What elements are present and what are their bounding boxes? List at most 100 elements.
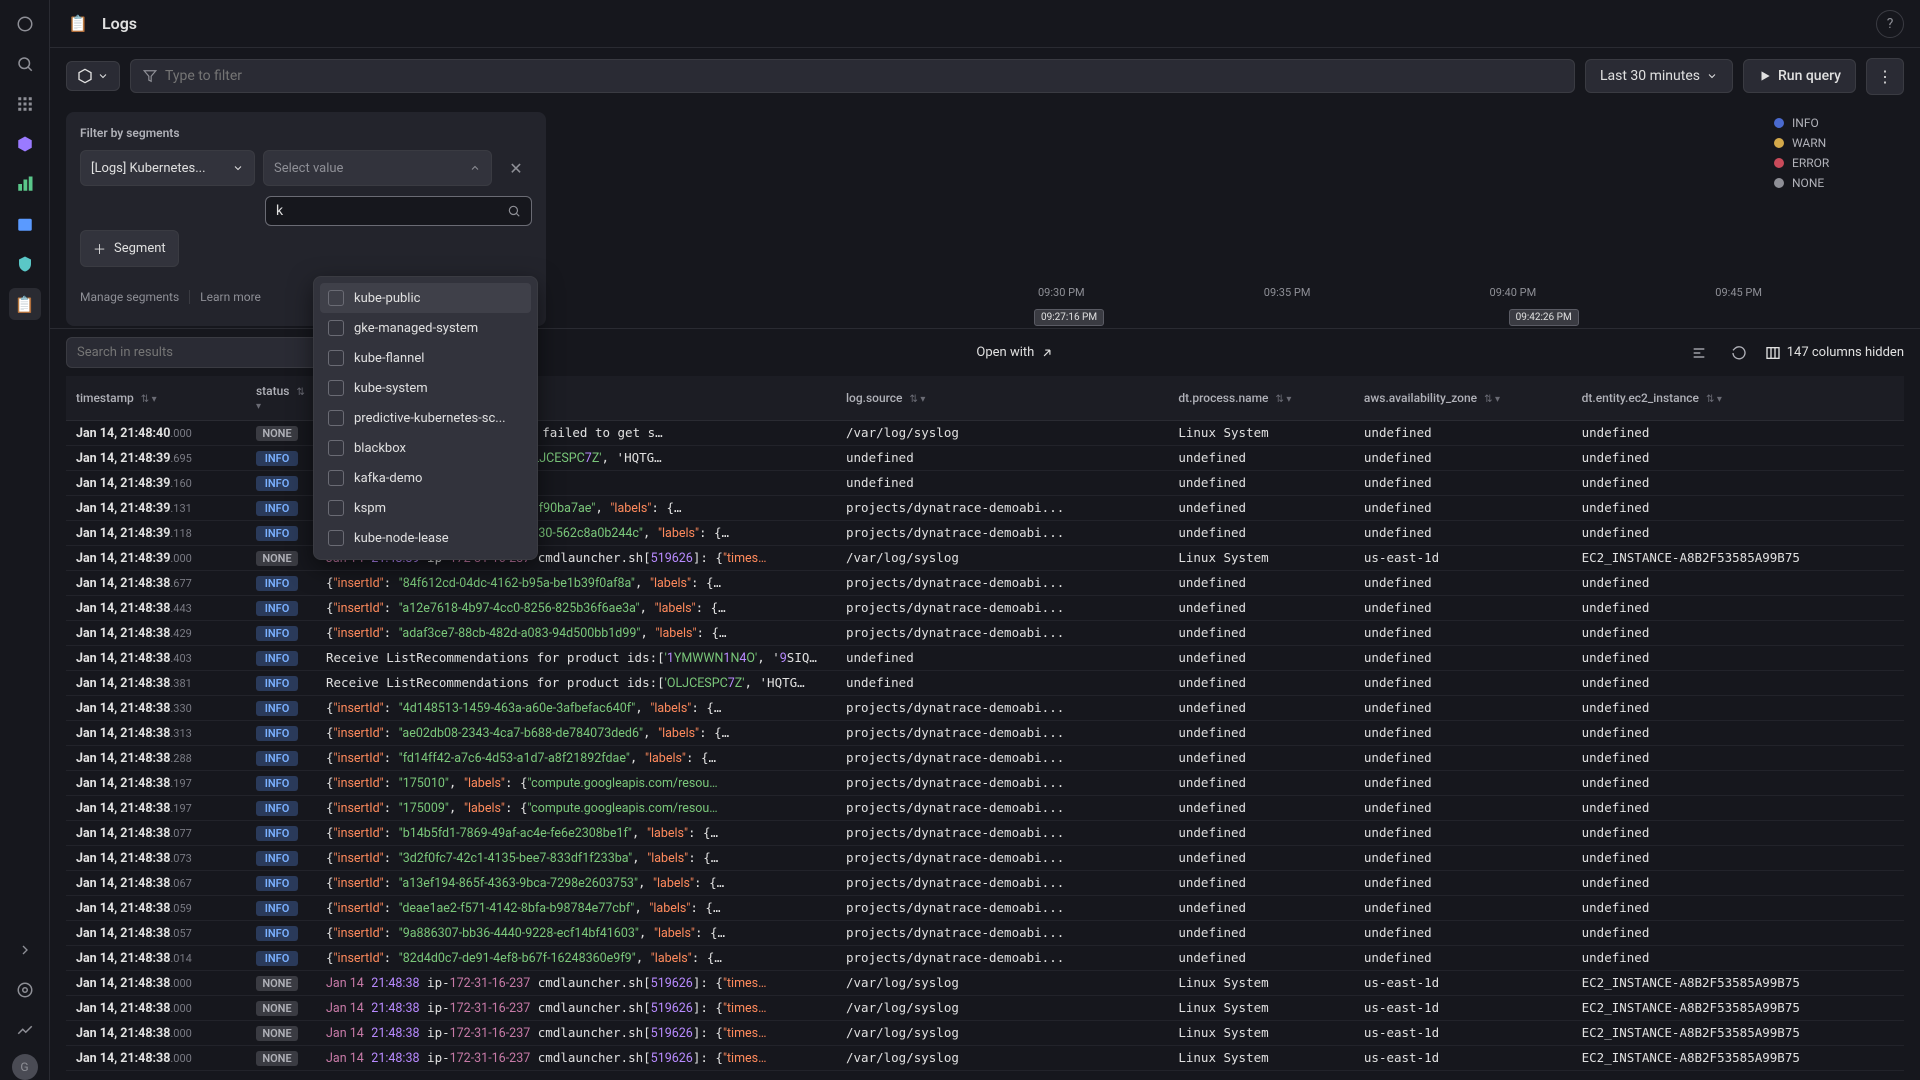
table-row[interactable]: Jan 14, 21:48:38.443INFO{"insertId": "a1… bbox=[66, 596, 1904, 621]
segment-search-wrap bbox=[265, 196, 532, 226]
chevron-down-icon bbox=[97, 70, 109, 82]
segment-option[interactable]: kafka-demo bbox=[320, 463, 531, 493]
add-segment-button[interactable]: ＋ Segment bbox=[80, 230, 179, 267]
time-axis-label: 09:45 PM bbox=[1715, 286, 1762, 299]
segment-option[interactable]: kube-node-lease bbox=[320, 523, 531, 553]
table-row[interactable]: Jan 14, 21:48:38.313INFO{"insertId": "ae… bbox=[66, 721, 1904, 746]
segment-option[interactable]: kube-system bbox=[320, 373, 531, 403]
time-range-button[interactable]: Last 30 minutes bbox=[1585, 59, 1733, 93]
page-title: Logs bbox=[102, 14, 137, 33]
chevron-down-icon bbox=[1706, 70, 1718, 82]
segments-title: Filter by segments bbox=[80, 126, 532, 140]
open-with-button[interactable]: Open with bbox=[976, 345, 1054, 360]
format-icon[interactable] bbox=[1685, 339, 1713, 367]
app-icon: 📋 bbox=[66, 12, 90, 36]
checkbox-icon bbox=[328, 440, 344, 456]
legend-dot bbox=[1774, 118, 1784, 128]
nav-shield-icon[interactable] bbox=[9, 248, 41, 280]
checkbox-icon bbox=[328, 530, 344, 546]
segment-option[interactable]: kspm bbox=[320, 493, 531, 523]
nav-calendar-icon[interactable] bbox=[9, 208, 41, 240]
time-axis-label: 09:40 PM bbox=[1490, 286, 1537, 299]
table-row[interactable]: Jan 14, 21:48:38.057INFO{"insertId": "9a… bbox=[66, 921, 1904, 946]
left-nav-rail: 📋 G bbox=[0, 0, 50, 1080]
nav-chart-icon[interactable] bbox=[9, 168, 41, 200]
legend-item[interactable]: NONE bbox=[1774, 176, 1904, 190]
nav-expand-icon[interactable] bbox=[9, 934, 41, 966]
more-menu-button[interactable]: ⋮ bbox=[1866, 58, 1904, 95]
plus-icon: ＋ bbox=[93, 239, 106, 258]
table-row[interactable]: Jan 14, 21:48:38.197INFO{"insertId": "17… bbox=[66, 796, 1904, 821]
query-bar: Last 30 minutes Run query ⋮ bbox=[50, 48, 1920, 104]
table-row[interactable]: Jan 14, 21:48:38.197INFO{"insertId": "17… bbox=[66, 771, 1904, 796]
segment-option[interactable]: kube-flannel bbox=[320, 343, 531, 373]
segment-remove-button[interactable]: ✕ bbox=[500, 150, 532, 186]
search-results-input[interactable] bbox=[66, 337, 346, 368]
learn-more-link[interactable]: Learn more bbox=[200, 290, 261, 304]
external-icon bbox=[1040, 346, 1054, 360]
filter-input[interactable] bbox=[165, 68, 1562, 84]
table-row[interactable]: Jan 14, 21:48:38.403INFOReceive ListReco… bbox=[66, 646, 1904, 671]
play-icon bbox=[1758, 69, 1772, 83]
time-cursor-end: 09:42:26 PM bbox=[1509, 309, 1579, 326]
table-row[interactable]: Jan 14, 21:48:38.000NONEJan 14 21:48:38 … bbox=[66, 996, 1904, 1021]
table-row[interactable]: Jan 14, 21:48:38.330INFO{"insertId": "4d… bbox=[66, 696, 1904, 721]
table-row[interactable]: Jan 14, 21:48:38.000NONEJan 14 21:48:38 … bbox=[66, 1021, 1904, 1046]
column-header[interactable]: dt.entity.ec2_instance ⇅ ▾ bbox=[1572, 376, 1904, 421]
top-bar: 📋 Logs ? bbox=[50, 0, 1920, 48]
segment-cube-button[interactable] bbox=[66, 61, 120, 91]
segment-option[interactable]: predictive-kubernetes-sc... bbox=[320, 403, 531, 433]
table-row[interactable]: Jan 14, 21:48:38.059INFO{"insertId": "de… bbox=[66, 896, 1904, 921]
legend-dot bbox=[1774, 158, 1784, 168]
legend-item[interactable]: INFO bbox=[1774, 116, 1904, 130]
segment-option[interactable]: gke-managed-system bbox=[320, 313, 531, 343]
column-header[interactable]: aws.availability_zone ⇅ ▾ bbox=[1354, 376, 1572, 421]
checkbox-icon bbox=[328, 350, 344, 366]
legend-dot bbox=[1774, 138, 1784, 148]
nav-search-icon[interactable] bbox=[9, 48, 41, 80]
column-header[interactable]: dt.process.name ⇅ ▾ bbox=[1168, 376, 1354, 421]
table-row[interactable]: Jan 14, 21:48:38.677INFO{"insertId": "84… bbox=[66, 571, 1904, 596]
nav-home-icon[interactable] bbox=[9, 8, 41, 40]
table-row[interactable]: Jan 14, 21:48:38.073INFO{"insertId": "3d… bbox=[66, 846, 1904, 871]
refresh-icon[interactable] bbox=[1725, 339, 1753, 367]
table-row[interactable]: Jan 14, 21:48:38.429INFO{"insertId": "ad… bbox=[66, 621, 1904, 646]
checkbox-icon bbox=[328, 410, 344, 426]
table-row[interactable]: Jan 14, 21:48:38.288INFO{"insertId": "fd… bbox=[66, 746, 1904, 771]
chevron-up-icon bbox=[469, 162, 481, 174]
table-row[interactable]: Jan 14, 21:48:38.014INFO{"insertId": "82… bbox=[66, 946, 1904, 971]
nav-cube-icon[interactable] bbox=[9, 128, 41, 160]
checkbox-icon bbox=[328, 470, 344, 486]
segment-value-select[interactable]: Select value bbox=[263, 150, 492, 186]
nav-logs-icon[interactable]: 📋 bbox=[9, 288, 41, 320]
segment-option[interactable]: blackbox bbox=[320, 433, 531, 463]
column-header[interactable]: log.source ⇅ ▾ bbox=[836, 376, 1168, 421]
legend-dot bbox=[1774, 178, 1784, 188]
nav-analytics-icon[interactable] bbox=[9, 1014, 41, 1046]
table-row[interactable]: Jan 14, 21:48:38.077INFO{"insertId": "b1… bbox=[66, 821, 1904, 846]
chevron-down-icon bbox=[232, 162, 244, 174]
run-query-button[interactable]: Run query bbox=[1743, 59, 1856, 93]
segment-type-select[interactable]: [Logs] Kubernetes... bbox=[80, 150, 255, 186]
table-row[interactable]: Jan 14, 21:48:38.067INFO{"insertId": "a1… bbox=[66, 871, 1904, 896]
columns-hidden-button[interactable]: 147 columns hidden bbox=[1765, 345, 1904, 361]
chart-legend: INFO WARN ERROR NONE bbox=[1774, 112, 1904, 326]
filter-input-wrap[interactable] bbox=[130, 59, 1575, 93]
segment-options-dropdown: kube-publicgke-managed-systemkube-flanne… bbox=[313, 276, 538, 560]
nav-avatar-icon[interactable]: G bbox=[12, 1054, 38, 1080]
column-header[interactable]: timestamp ⇅ ▾ bbox=[66, 376, 246, 421]
table-row[interactable]: Jan 14, 21:48:38.000NONEJan 14 21:48:38 … bbox=[66, 971, 1904, 996]
manage-segments-link[interactable]: Manage segments bbox=[80, 290, 190, 304]
column-header[interactable]: status ⇅ ▾ bbox=[246, 376, 316, 421]
legend-item[interactable]: WARN bbox=[1774, 136, 1904, 150]
time-cursor-start: 09:27:16 PM bbox=[1034, 309, 1104, 326]
segment-option[interactable]: kube-public bbox=[320, 283, 531, 313]
legend-item[interactable]: ERROR bbox=[1774, 156, 1904, 170]
segment-search-input[interactable] bbox=[276, 203, 507, 219]
table-row[interactable]: Jan 14, 21:48:38.381INFOReceive ListReco… bbox=[66, 671, 1904, 696]
nav-apps-icon[interactable] bbox=[9, 88, 41, 120]
help-icon[interactable]: ? bbox=[1876, 10, 1904, 38]
table-row[interactable]: Jan 14, 21:48:38.000NONEJan 14 21:48:38 … bbox=[66, 1046, 1904, 1071]
histogram-chart[interactable]: 09:27:16 PM 09:42:26 PM 09:30 PM 09:35 P… bbox=[1038, 112, 1762, 326]
nav-settings-icon[interactable] bbox=[9, 974, 41, 1006]
